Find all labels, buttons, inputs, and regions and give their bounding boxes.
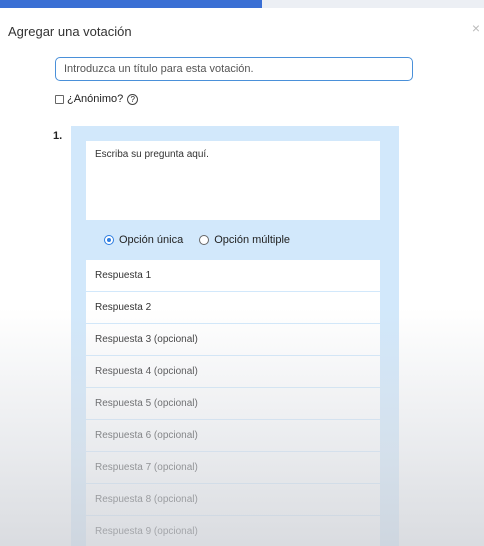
answer-input-7[interactable]: Respuesta 7 (opcional)	[86, 452, 380, 484]
answer-input-3[interactable]: Respuesta 3 (opcional)	[86, 324, 380, 356]
dialog-title: Agregar una votación	[8, 24, 132, 39]
radio-single-choice[interactable]: Opción única	[104, 234, 183, 246]
help-icon[interactable]: ?	[127, 93, 139, 105]
anonymous-checkbox[interactable]	[55, 94, 64, 104]
question-number: 1.	[53, 130, 63, 142]
radio-selected-icon[interactable]	[104, 235, 114, 245]
answer-input-9[interactable]: Respuesta 9 (opcional)	[86, 516, 380, 546]
answer-input-8[interactable]: Respuesta 8 (opcional)	[86, 484, 380, 516]
anonymous-label: ¿Anónimo?	[67, 93, 124, 105]
add-poll-dialog: Agregar una votación × ¿Anónimo? ? 1. Es…	[0, 8, 484, 546]
answer-input-6[interactable]: Respuesta 6 (opcional)	[86, 420, 380, 452]
answer-type-options: Opción única Opción múltiple	[104, 234, 306, 246]
radio-multiple-choice[interactable]: Opción múltiple	[199, 234, 290, 246]
radio-unselected-icon[interactable]	[199, 235, 210, 245]
background-panel	[262, 0, 484, 8]
answer-input-5[interactable]: Respuesta 5 (opcional)	[86, 388, 380, 420]
multiple-choice-label: Opción múltiple	[214, 234, 291, 246]
answer-input-1[interactable]: Respuesta 1	[86, 260, 380, 292]
answer-input-4[interactable]: Respuesta 4 (opcional)	[86, 356, 380, 388]
answer-list: Respuesta 1 Respuesta 2 Respuesta 3 (opc…	[86, 260, 380, 546]
close-icon[interactable]: ×	[472, 20, 480, 36]
answer-input-2[interactable]: Respuesta 2	[86, 292, 380, 324]
poll-title-input[interactable]	[55, 57, 413, 81]
single-choice-label: Opción única	[119, 234, 184, 246]
question-textarea[interactable]: Escriba su pregunta aquí.	[86, 141, 380, 220]
anonymous-option[interactable]: ¿Anónimo? ?	[55, 93, 139, 105]
